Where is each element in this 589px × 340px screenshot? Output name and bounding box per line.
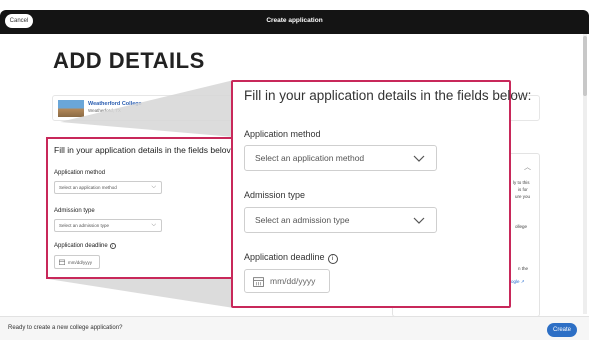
create-button[interactable]: Create [547,323,577,337]
chevron-up-icon[interactable]: ︿ [524,162,531,172]
header-bar: Cancel Create application [0,10,589,34]
form-section-original: Fill in your application details in the … [46,137,234,279]
form-title: Fill in your application details in the … [244,88,532,103]
chevron-down-icon [413,155,425,162]
external-link-icon: ↗ [520,279,525,284]
select-placeholder: Select an application method [59,185,117,190]
info-text-fragment: is for [518,187,528,192]
info-icon[interactable]: i [327,254,338,265]
select-placeholder: Select an application method [255,153,365,163]
form-title: Fill in your application details in the … [54,145,231,155]
deadline-label: Application deadline i [54,243,116,249]
deadline-label: Application deadline i [244,252,338,265]
section-heading: ADD DETAILS [53,48,205,73]
date-placeholder: mm/dd/yyyy [68,259,93,265]
admission-type-select[interactable]: Select an admission type ⌵ [54,219,162,232]
info-icon[interactable]: i [109,243,116,249]
footer-bar: Ready to create a new college applicatio… [0,316,589,340]
form-section-zoomed: Fill in your application details in the … [231,80,531,308]
chevron-down-icon: ⌵ [151,184,156,190]
calendar-icon [59,259,65,265]
chevron-down-icon [413,217,425,224]
footer-prompt: Ready to create a new college applicatio… [8,325,123,331]
page-title: Create application [266,17,323,24]
application-method-label: Application method [244,129,321,139]
admission-type-label: Admission type [54,208,95,214]
info-text-fragment: ly to this [513,180,530,185]
info-text-fragment: ollege [515,224,528,229]
college-location: Weatherford, TX [88,108,121,113]
application-method-select[interactable]: Select an application method ⌵ [54,181,162,194]
select-placeholder: Select an admission type [255,215,350,225]
date-placeholder: mm/dd/yyyy [270,276,316,286]
deadline-date-input[interactable]: mm/dd/yyyy [244,269,330,293]
admission-type-select[interactable]: Select an admission type [244,207,437,233]
application-method-select[interactable]: Select an application method [244,145,437,171]
top-bar: Cancel Create application [0,0,589,34]
college-image [58,100,84,117]
deadline-date-input[interactable]: mm/dd/yyyy [54,255,100,269]
google-link[interactable]: ogle ↗ [511,279,525,285]
chevron-down-icon: ⌵ [151,222,156,228]
calendar-icon [253,276,264,287]
application-method-label: Application method [54,170,106,176]
info-text-fragment: n the [518,266,529,271]
college-name[interactable]: Weatherford College [88,101,142,107]
scrollbar-thumb[interactable] [583,36,587,96]
info-text-fragment: ure you [515,194,531,199]
admission-type-label: Admission type [244,190,306,200]
select-placeholder: Select an admission type [59,223,110,228]
zoom-funnel-bottom [48,279,234,308]
